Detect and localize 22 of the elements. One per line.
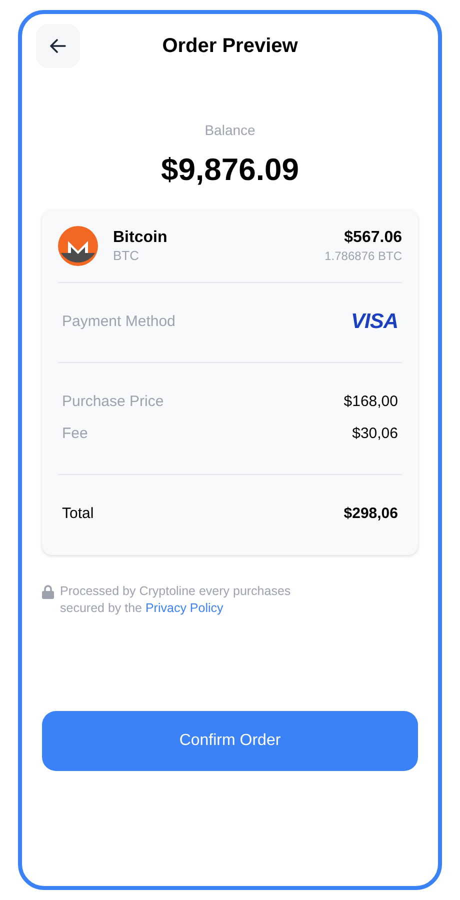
coin-logo-icon — [58, 226, 98, 266]
lock-icon — [42, 584, 54, 598]
card-brand: VISA — [350, 309, 398, 336]
cost-value: $30,06 — [352, 424, 398, 444]
asset-symbol: BTC — [113, 248, 140, 264]
payment-method-label: Payment Method — [62, 312, 176, 332]
total-label: Total — [62, 504, 94, 524]
page-title: Order Preview — [162, 34, 298, 59]
balance-amount: $9,876.09 — [161, 151, 299, 189]
cost-label: Purchase Price — [62, 392, 164, 412]
asset-value: $567.06 — [344, 228, 402, 248]
balance-label: Balance — [204, 121, 256, 140]
total-value: $298,06 — [344, 504, 398, 524]
asset-name: Bitcoin — [113, 228, 168, 248]
cost-label: Fee — [62, 424, 88, 444]
cost-value: $168,00 — [344, 392, 398, 412]
back-arrow-icon — [50, 39, 66, 53]
asset-quantity: 1.786876 BTC — [324, 248, 402, 264]
security-notice: Processed by Cryptoline every purchases secured by the Privacy Policy — [60, 582, 292, 616]
confirm-order-button[interactable]: Confirm Order — [42, 710, 418, 770]
back-button[interactable] — [36, 24, 80, 68]
privacy-policy-link[interactable]: Privacy Policy — [145, 600, 224, 614]
